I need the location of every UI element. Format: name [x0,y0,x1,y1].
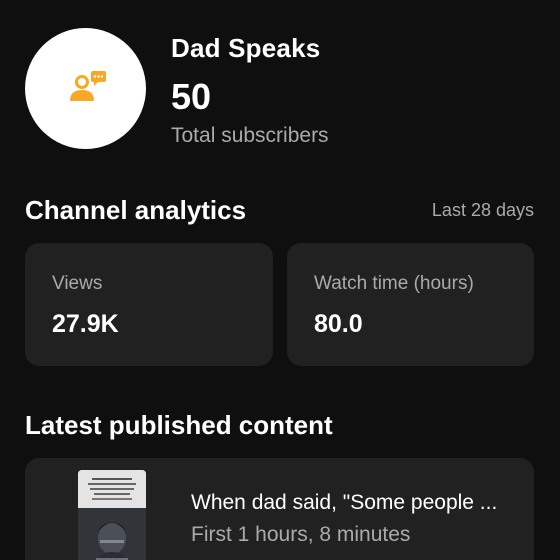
video-title[interactable]: When dad said, "Some people ... [191,491,511,515]
video-thumbnail-image [78,470,146,560]
watch-time-label: Watch time (hours) [314,273,474,294]
analytics-period[interactable]: Last 28 days [432,200,534,221]
analytics-title: Channel analytics [25,195,247,225]
watch-time-card[interactable]: Watch time (hours) 80.0 [287,243,534,366]
channel-name: Dad Speaks [171,33,321,63]
channel-avatar[interactable] [25,28,146,149]
latest-video-card[interactable]: When dad said, "Some people ... First 1 … [25,458,534,560]
person-speech-bubble-icon [70,71,106,101]
views-value: 27.9K [52,310,119,338]
video-thumbnail[interactable] [78,470,146,560]
channel-dashboard: Dad Speaks 50 Total subscribers Channel … [0,0,560,560]
views-label: Views [52,273,103,294]
video-meta: First 1 hours, 8 minutes [191,523,411,546]
subscriber-count: 50 [171,76,212,117]
subscriber-label: Total subscribers [171,124,329,147]
views-card[interactable]: Views 27.9K [25,243,273,366]
watch-time-value: 80.0 [314,310,363,338]
latest-content-title: Latest published content [25,410,333,440]
